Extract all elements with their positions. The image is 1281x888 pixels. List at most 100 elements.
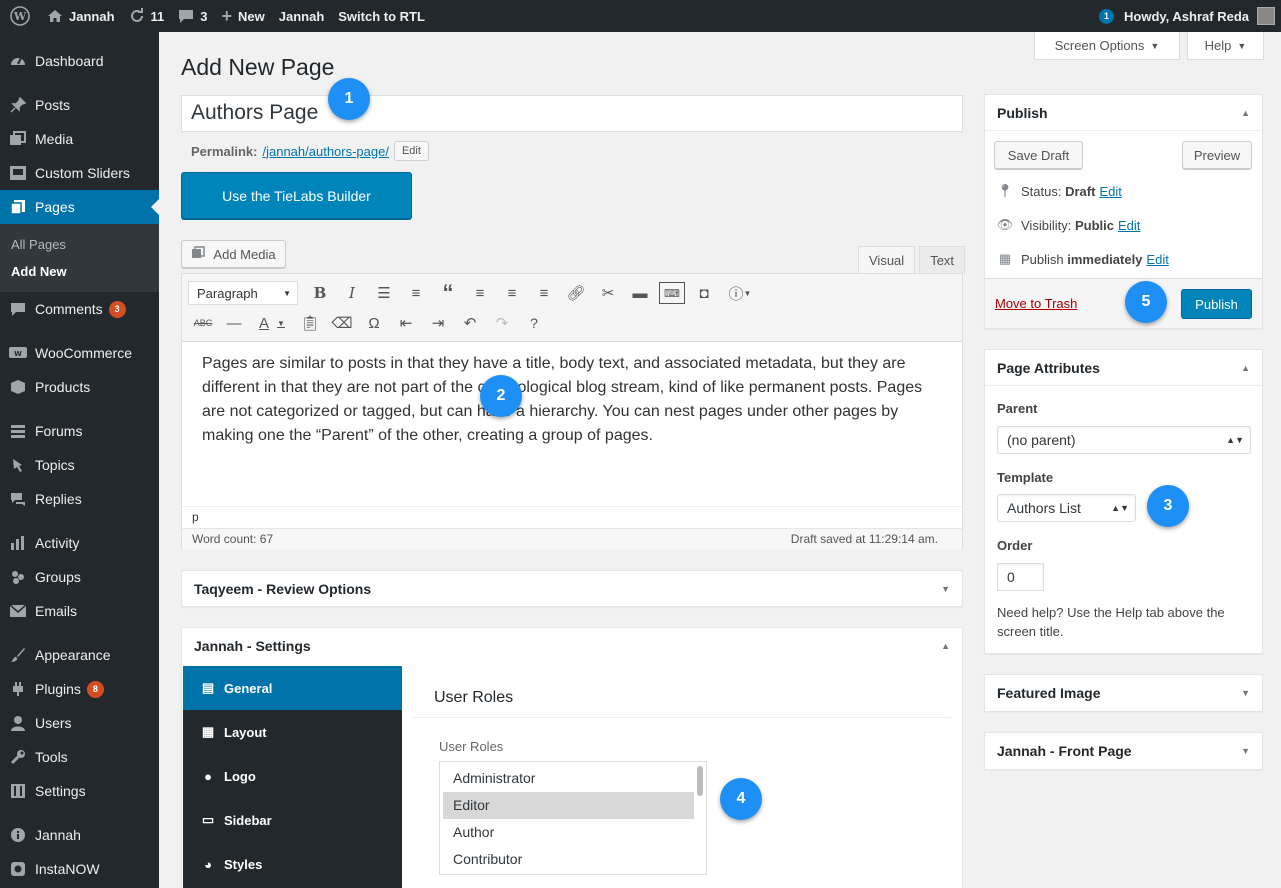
sidebar-item-appearance[interactable]: Appearance — [0, 638, 159, 672]
listbox-scrollbar[interactable] — [697, 766, 703, 796]
avatar[interactable] — [1257, 7, 1275, 25]
publish-button[interactable]: Publish — [1181, 289, 1252, 319]
page-attributes-header[interactable]: Page Attributes ▲ — [985, 350, 1262, 386]
submenu-add-new[interactable]: Add New — [0, 258, 159, 285]
settings-tab-styles[interactable]: ◕ Styles — [183, 842, 402, 886]
sidebar-item-dashboard[interactable]: Dashboard — [0, 44, 159, 78]
visibility-edit-link[interactable]: Edit — [1118, 218, 1140, 233]
permalink-edit-button[interactable]: Edit — [393, 141, 429, 161]
horizontal-line-icon[interactable]: — — [218, 310, 250, 336]
sidebar-item-products[interactable]: Products — [0, 370, 159, 404]
italic-icon[interactable]: I — [336, 280, 368, 306]
read-more-icon[interactable]: ▬ — [624, 280, 656, 306]
sidebar-item-media[interactable]: Media — [0, 122, 159, 156]
tab-visual[interactable]: Visual — [858, 246, 916, 274]
site-name-link[interactable]: Jannah — [40, 0, 122, 32]
role-option-administrator[interactable]: Administrator — [443, 765, 694, 792]
role-option-contributor[interactable]: Contributor — [443, 846, 694, 873]
strikethrough-icon[interactable]: ABC — [188, 310, 218, 336]
numbered-list-icon[interactable]: ≡ — [400, 280, 432, 306]
taqyeem-header[interactable]: Taqyeem - Review Options ▼ — [182, 571, 962, 607]
sidebar-item-users[interactable]: Users — [0, 706, 159, 740]
publish-header[interactable]: Publish ▲ — [985, 95, 1262, 131]
role-option-author[interactable]: Author — [443, 819, 694, 846]
template-select[interactable]: Authors List ▲▼ — [997, 494, 1136, 522]
clear-formatting-icon[interactable]: ⌫ — [326, 310, 358, 336]
account-greeting[interactable]: Howdy, Ashraf Reda — [1124, 9, 1249, 24]
editor-content[interactable]: Pages are similar to posts in that they … — [182, 342, 962, 506]
sidebar-item-jannah[interactable]: Jannah — [0, 818, 159, 852]
sidebar-item-comments[interactable]: Comments 3 — [0, 292, 159, 326]
notifications-badge[interactable]: 1 — [1099, 8, 1115, 24]
tab-text[interactable]: Text — [919, 246, 966, 274]
blockquote-icon[interactable]: “ — [432, 280, 464, 306]
caret-down-icon[interactable]: ▼ — [941, 584, 950, 594]
special-character-icon[interactable]: Ω — [358, 310, 390, 336]
caret-down-icon[interactable]: ▼ — [1241, 688, 1250, 698]
bold-icon[interactable]: B — [304, 280, 336, 306]
title-input[interactable]: Authors Page — [181, 95, 963, 132]
role-option-editor[interactable]: Editor — [443, 792, 694, 819]
sidebar-item-settings[interactable]: Settings — [0, 774, 159, 808]
undo-icon[interactable]: ↶ — [454, 310, 486, 336]
order-input[interactable]: 0 — [997, 563, 1044, 591]
bullet-list-icon[interactable]: ☰ — [368, 280, 400, 306]
wordpress-logo-icon[interactable]: W — [0, 0, 40, 32]
caret-up-icon[interactable]: ▲ — [941, 641, 950, 651]
front-page-header[interactable]: Jannah - Front Page ▼ — [985, 733, 1262, 769]
sidebar-item-posts[interactable]: Posts — [0, 88, 159, 122]
sidebar-item-activity[interactable]: Activity — [0, 526, 159, 560]
move-to-trash-link[interactable]: Move to Trash — [995, 296, 1077, 311]
new-content-link[interactable]: + New — [215, 0, 272, 32]
align-left-icon[interactable]: ≡ — [464, 280, 496, 306]
settings-tab-layout[interactable]: ▦ Layout — [183, 710, 402, 754]
caret-up-icon[interactable]: ▲ — [1241, 108, 1250, 118]
comments-link[interactable]: 3 — [171, 0, 214, 32]
schedule-edit-link[interactable]: Edit — [1146, 252, 1168, 267]
rtl-toggle-link[interactable]: Switch to RTL — [331, 0, 432, 32]
theme-link[interactable]: Jannah — [272, 0, 332, 32]
format-select[interactable]: Paragraph ▼ — [188, 281, 298, 305]
permalink-url[interactable]: /jannah/authors-page/ — [262, 144, 388, 159]
sidebar-item-plugins[interactable]: Plugins 8 — [0, 672, 159, 706]
add-media-button[interactable]: Add Media — [181, 240, 286, 268]
sidebar-item-tools[interactable]: Tools — [0, 740, 159, 774]
parent-select[interactable]: (no parent) ▲▼ — [997, 426, 1251, 454]
sidebar-item-pages[interactable]: Pages — [0, 190, 159, 224]
sidebar-item-groups[interactable]: Groups — [0, 560, 159, 594]
caret-up-icon[interactable]: ▲ — [1241, 363, 1250, 373]
submenu-all-pages[interactable]: All Pages — [0, 231, 159, 258]
outdent-icon[interactable]: ⇤ — [390, 310, 422, 336]
unlink-icon[interactable]: ✂ — [592, 280, 624, 306]
align-right-icon[interactable]: ≡ — [528, 280, 560, 306]
indent-icon[interactable]: ⇥ — [422, 310, 454, 336]
text-color-icon[interactable]: A ▼ — [250, 310, 294, 336]
toolbar-toggle-icon[interactable]: ⌨ — [659, 282, 685, 304]
align-center-icon[interactable]: ≡ — [496, 280, 528, 306]
settings-tab-sidebar[interactable]: ▭ Sidebar — [183, 798, 402, 842]
sidebar-item-custom-sliders[interactable]: Custom Sliders — [0, 156, 159, 190]
tielabs-builder-button[interactable]: Use the TieLabs Builder — [181, 172, 412, 219]
keyboard-help-icon[interactable]: ? — [518, 310, 550, 336]
caret-down-icon[interactable]: ▼ — [1241, 746, 1250, 756]
info-dropdown-icon[interactable]: ⓘ ▼ — [720, 280, 760, 306]
jannah-settings-header[interactable]: Jannah - Settings ▲ — [182, 628, 962, 664]
sidebar-item-forums[interactable]: Forums — [0, 414, 159, 448]
instagram-icon[interactable]: ◘ — [688, 280, 720, 306]
updates-link[interactable]: 11 — [122, 0, 172, 32]
sidebar-item-emails[interactable]: Emails — [0, 594, 159, 628]
redo-icon[interactable]: ↷ — [486, 310, 518, 336]
link-icon[interactable]: 🔗︎ — [560, 280, 592, 306]
status-edit-link[interactable]: Edit — [1099, 184, 1121, 199]
save-draft-button[interactable]: Save Draft — [994, 141, 1083, 169]
paste-text-icon[interactable]: 📋︎ — [294, 310, 326, 336]
sidebar-item-replies[interactable]: Replies — [0, 482, 159, 516]
settings-tab-general[interactable]: ▤ General — [183, 666, 402, 710]
sidebar-item-woocommerce[interactable]: W WooCommerce — [0, 336, 159, 370]
settings-tab-logo[interactable]: ● Logo — [183, 754, 402, 798]
user-roles-listbox[interactable]: Administrator Editor Author Contributor — [439, 761, 707, 875]
sidebar-item-instanow[interactable]: InstaNOW — [0, 852, 159, 886]
help-button[interactable]: Help ▼ — [1187, 32, 1264, 60]
preview-button[interactable]: Preview — [1182, 141, 1252, 169]
sidebar-item-topics[interactable]: Topics — [0, 448, 159, 482]
